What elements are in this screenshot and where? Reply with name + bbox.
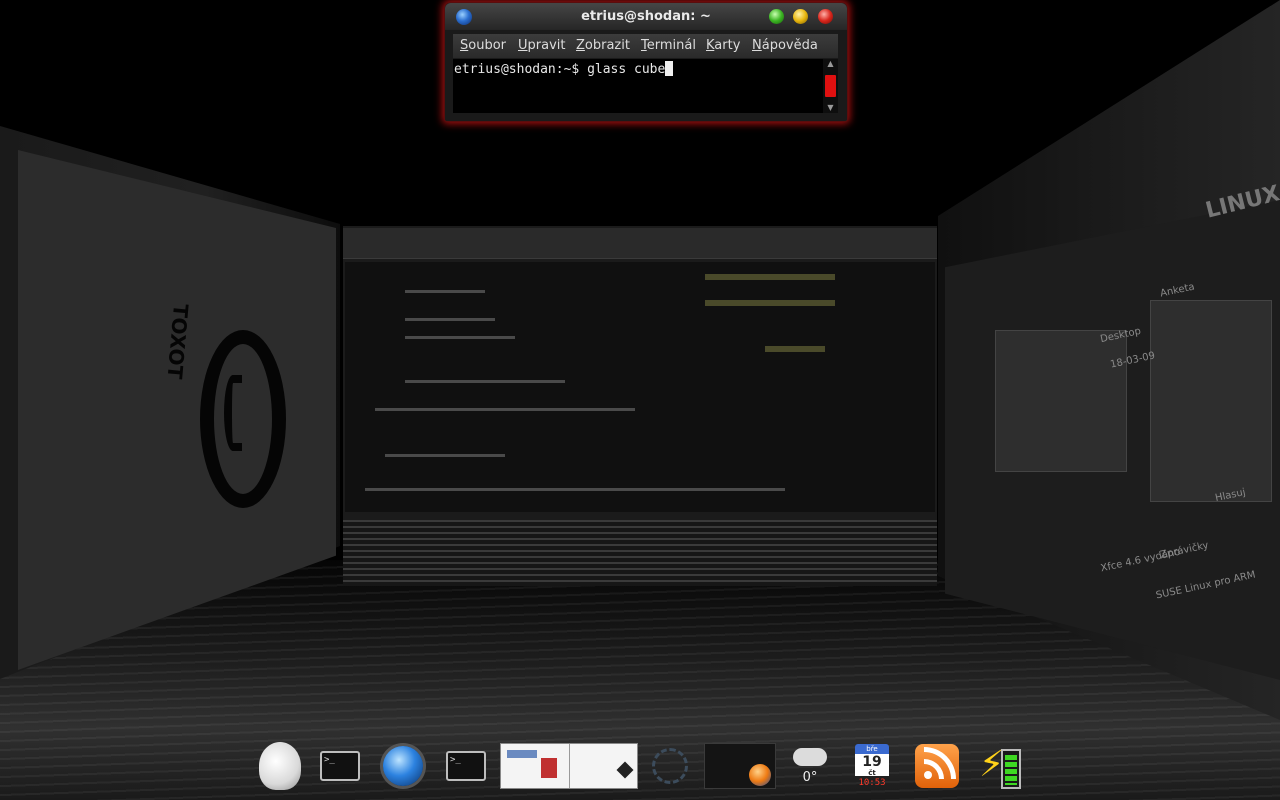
scroll-thumb[interactable] [825,75,836,97]
terminal-icon: >_ [446,751,486,781]
firefox-icon [749,764,771,786]
window-title: etrius@shodan: ~ [581,9,711,24]
dock-rss[interactable] [914,738,960,794]
clock-time: 10:53 [858,778,886,788]
battery-body [1001,749,1021,789]
text-cursor [665,61,674,76]
code-line [405,380,565,383]
right-popup-window [995,330,1127,472]
calendar-date: 19 [862,754,882,770]
scroll-down-icon[interactable]: ▼ [823,103,838,113]
dock-gimp[interactable] [258,738,302,794]
minimize-button[interactable] [793,9,808,24]
menu-terminal[interactable]: Terminál [641,38,696,53]
left-logo-inner [224,375,242,451]
thumbnail-diamond [616,761,634,779]
rss-icon [915,744,959,788]
menu-napoveda[interactable]: Nápověda [752,38,818,53]
prompt-line: etrius@shodan:~$ glass cube [454,61,674,77]
code-highlight [705,300,835,306]
calendar-month: bře [855,744,889,754]
window-titlebar[interactable]: etrius@shodan: ~ [445,3,847,30]
code-line [405,318,495,321]
menu-zobrazit[interactable]: Zobrazit [576,38,630,53]
code-highlight [765,346,825,352]
back-desktop-reflection [343,520,937,586]
dock-browser[interactable] [380,738,426,794]
globe-icon [383,746,423,786]
thumbnail-divider [569,744,570,788]
back-editor-content [345,262,935,512]
back-editor-toolbar [343,228,937,259]
terminal-icon: >_ [320,751,360,781]
firefox-window-preview [704,743,776,789]
rss-dot [924,771,932,779]
code-highlight [705,274,835,280]
command-text: glass cube [587,62,666,77]
window-thumbnails [500,743,638,789]
scroll-up-icon[interactable]: ▲ [823,59,838,69]
gimp-icon [259,742,301,790]
terminal-text-area[interactable]: etrius@shodan:~$ glass cube [453,59,823,113]
battery-level [1005,755,1017,785]
weather-temperature: 0° [802,769,818,785]
thumbnail-toolbar [507,750,537,758]
prompt-text: etrius@shodan:~$ [454,62,588,77]
dock: >_ >_ 0° bře 19 čt 10:53 ⚡ [250,738,1040,800]
dock-ring-app[interactable] [650,738,690,794]
dock-terminal-1[interactable]: >_ [318,738,362,794]
dock-terminal-2[interactable]: >_ [444,738,488,794]
calendar-icon: 19 čt [855,754,889,777]
terminal-window[interactable]: etrius@shodan: ~ Soubor Upravit Zobrazit… [444,2,848,122]
code-line [405,290,485,293]
code-line [365,488,785,491]
terminal-scrollbar[interactable]: ▲ ▼ [823,59,838,113]
maximize-button[interactable] [769,9,784,24]
close-button[interactable] [818,9,833,24]
dock-battery[interactable]: ⚡ [976,738,1022,794]
right-sidebar-panel [1150,300,1272,502]
menubar: Soubor Upravit Zobrazit Terminál Karty N… [453,34,838,58]
dock-window-thumbnails[interactable] [500,738,638,794]
code-line [375,408,635,411]
menu-soubor[interactable]: Soubor [460,38,506,53]
weather-cloud-icon [793,747,827,766]
code-line [405,336,515,339]
thumbnail-figure [541,758,557,778]
dock-weather[interactable]: 0° [790,738,830,794]
calendar-day: čt [868,769,876,777]
dock-firefox[interactable] [704,738,776,794]
ring-icon [652,748,688,784]
battery-icon: ⚡ [977,743,1021,789]
left-logo-ring [200,330,286,508]
dock-calendar[interactable]: bře 19 čt 10:53 [854,738,890,794]
menu-upravit[interactable]: Upravit [518,38,565,53]
code-line [385,454,505,457]
menu-karty[interactable]: Karty [706,38,740,53]
